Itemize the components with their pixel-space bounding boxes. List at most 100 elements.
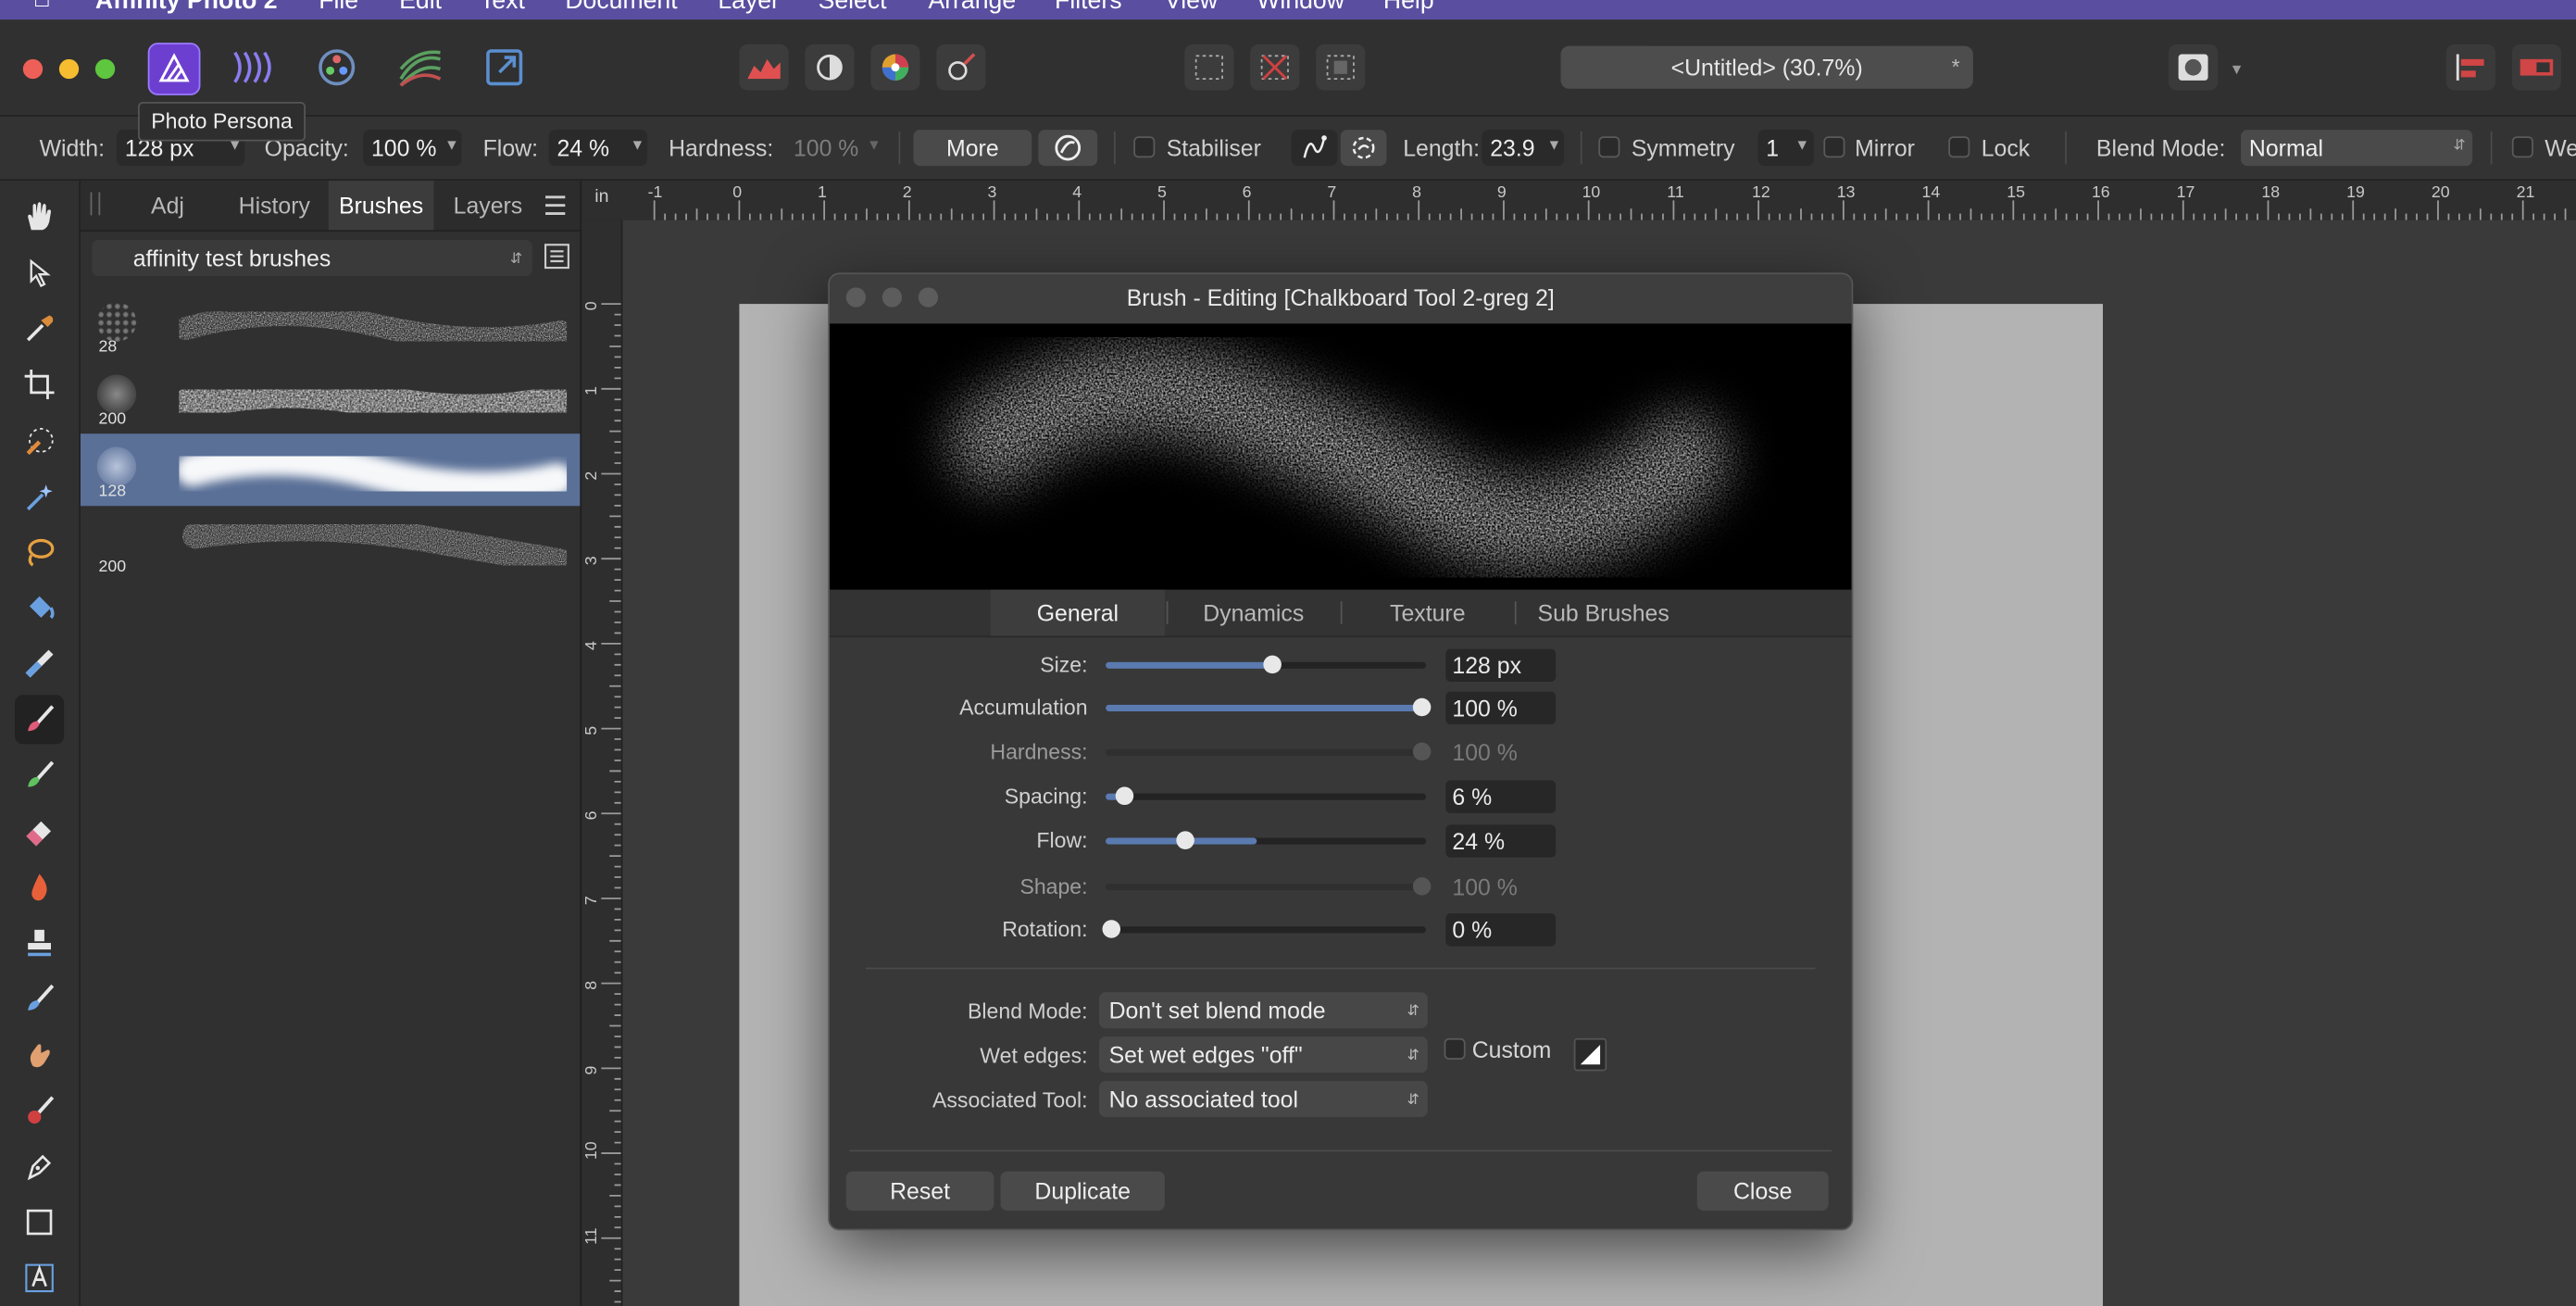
menu-app-name[interactable]: Affinity Photo 2 (95, 0, 278, 15)
wet-edges-select[interactable]: Set wet edges "off" ⇵ (1098, 1036, 1428, 1074)
length-dropdown-icon[interactable]: ▼ (1544, 136, 1564, 153)
panel-menu-icon[interactable] (544, 194, 567, 225)
erase-brush-tool-icon[interactable] (15, 807, 64, 856)
brush-row[interactable]: 200 (81, 509, 580, 582)
size-slider-knob[interactable] (1263, 655, 1282, 674)
window-zoom-button[interactable] (94, 58, 116, 80)
wet-edges-curve-button[interactable] (1573, 1037, 1607, 1072)
freehand-selection-tool-icon[interactable] (15, 527, 64, 576)
stabiliser-checkbox[interactable] (1133, 136, 1156, 158)
marquee-select-button[interactable] (1184, 44, 1234, 91)
menu-window[interactable]: Window (1257, 0, 1344, 15)
dialog-title-bar[interactable]: Brush - Editing [Chalkboard Tool 2-greg … (829, 274, 1852, 324)
blend-mode-dropdown-icon[interactable]: ⇵ (2449, 136, 2469, 155)
tab-layers[interactable]: Layers (442, 181, 533, 230)
tab-sub-brushes[interactable]: Sub Brushes (1517, 590, 1691, 636)
lock-checkbox[interactable] (1948, 136, 1970, 158)
tab-brushes[interactable]: Brushes (328, 181, 434, 231)
apple-menu-icon[interactable]:  (32, 0, 56, 13)
flow-field[interactable]: 24 % (1445, 824, 1557, 858)
auto-white-balance-button[interactable] (936, 44, 986, 91)
blend-mode-select[interactable]: Don't set blend mode ⇵ (1098, 992, 1428, 1029)
export-persona-icon[interactable] (480, 43, 529, 92)
auto-levels-button[interactable] (805, 44, 855, 91)
close-button[interactable]: Close (1696, 1171, 1829, 1212)
brush-list-view-icon[interactable] (544, 243, 569, 270)
dialog-minimize-dot[interactable] (882, 287, 903, 308)
rectangle-tool-icon[interactable] (15, 1198, 64, 1247)
dialog-zoom-dot[interactable] (918, 287, 939, 308)
invert-selection-button[interactable] (1316, 44, 1366, 91)
develop-persona-icon[interactable] (312, 43, 361, 92)
flow-dropdown-icon[interactable]: ▼ (628, 136, 647, 153)
mirror-checkbox[interactable] (1823, 136, 1845, 158)
quick-mask-dropdown-icon[interactable]: ▼ (2230, 61, 2245, 78)
symmetry-dropdown-icon[interactable]: ▼ (1793, 136, 1812, 153)
tab-texture[interactable]: Texture (1343, 590, 1514, 636)
quick-mask-button[interactable] (2168, 44, 2219, 91)
menu-help[interactable]: Help (1383, 0, 1434, 15)
brush-row-selected[interactable]: 128 (80, 433, 581, 507)
move-tool-icon[interactable] (15, 248, 64, 297)
color-replacement-tool-icon[interactable] (15, 751, 64, 800)
spacing-slider-knob[interactable] (1115, 786, 1134, 806)
paint-brush-tool-icon[interactable] (14, 695, 65, 745)
clone-brush-tool-icon[interactable] (15, 918, 64, 967)
flow-slider-knob[interactable] (1176, 831, 1194, 849)
associated-tool-select[interactable]: No associated tool ⇵ (1098, 1081, 1428, 1118)
hand-tool-icon[interactable] (15, 193, 64, 242)
healing-brush-tool-icon[interactable] (15, 974, 64, 1023)
spacing-slider[interactable] (1106, 786, 1427, 806)
more-button[interactable]: More (913, 130, 1032, 167)
red-eye-tool-icon[interactable] (15, 1086, 64, 1135)
smudge-brush-tool-icon[interactable] (15, 1030, 64, 1079)
window-close-button[interactable] (22, 58, 44, 80)
opacity-dropdown-icon[interactable]: ▼ (442, 136, 461, 153)
flood-select-tool-icon[interactable] (15, 471, 64, 521)
menu-text[interactable]: Text (480, 0, 525, 15)
symmetry-checkbox[interactable] (1598, 136, 1620, 158)
align-button[interactable] (2445, 44, 2496, 91)
flow-slider[interactable] (1106, 831, 1427, 849)
tab-history[interactable]: History (222, 181, 328, 230)
size-field[interactable]: 128 px (1445, 648, 1557, 683)
size-slider[interactable] (1106, 655, 1427, 674)
color-picker-tool-icon[interactable] (15, 304, 64, 353)
vertical-ruler[interactable]: 0 1 2 3 4 5 6 7 8 9 10 11 (581, 220, 623, 1306)
tab-adj[interactable]: Adj (130, 181, 206, 230)
window-mode-button[interactable] (1340, 130, 1387, 167)
horizontal-ruler[interactable]: in -1 0 1 2 3 4 5 6 7 8 9 10 11 12 13 14 15 16 17 18 19 20 21 (581, 181, 2576, 222)
force-pressure-button[interactable] (1038, 130, 1098, 167)
histogram-button[interactable] (739, 44, 789, 91)
dialog-close-dot[interactable] (845, 287, 867, 308)
deselect-button[interactable] (1250, 44, 1300, 91)
menu-edit[interactable]: Edit (399, 0, 442, 15)
duplicate-button[interactable]: Duplicate (1000, 1171, 1165, 1212)
window-minimize-button[interactable] (58, 58, 80, 80)
rope-mode-button[interactable] (1291, 130, 1338, 167)
menu-arrange[interactable]: Arrange (928, 0, 1016, 15)
rotation-slider-knob[interactable] (1102, 920, 1121, 938)
menu-layer[interactable]: Layer (718, 0, 780, 15)
blend-mode-select[interactable]: Normal (2241, 130, 2473, 167)
menu-file[interactable]: File (319, 0, 358, 15)
rotation-field[interactable]: 0 % (1445, 913, 1557, 947)
tab-dynamics[interactable]: Dynamics (1168, 590, 1339, 636)
accumulation-field[interactable]: 100 % (1445, 691, 1557, 725)
flood-fill-tool-icon[interactable] (15, 584, 64, 633)
accumulation-slider[interactable] (1106, 697, 1432, 717)
crop-tool-icon[interactable] (15, 359, 64, 408)
artistic-text-tool-icon[interactable] (15, 1253, 64, 1302)
document-title-bar[interactable]: <Untitled> (30.7%) * (1560, 45, 1973, 89)
tab-general[interactable]: General (990, 589, 1165, 636)
studio-toggle-button[interactable] (2511, 44, 2562, 91)
menu-view[interactable]: View (1165, 0, 1218, 15)
photo-persona-icon[interactable] (147, 43, 201, 95)
dodge-brush-tool-icon[interactable] (15, 862, 64, 911)
menu-select[interactable]: Select (819, 0, 887, 15)
selection-brush-tool-icon[interactable] (15, 416, 64, 465)
auto-color-button[interactable] (870, 44, 920, 91)
custom-checkbox[interactable] (1444, 1037, 1466, 1060)
reset-button[interactable]: Reset (845, 1171, 994, 1212)
panel-grip-icon[interactable] (90, 192, 101, 216)
